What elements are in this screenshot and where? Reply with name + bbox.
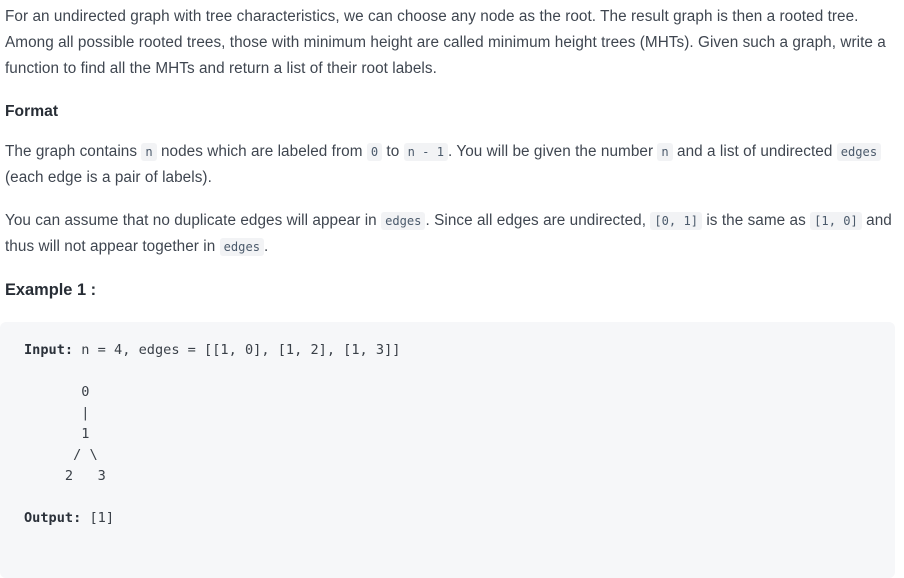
format-paragraph-one: The graph contains n nodes which are lab… (5, 139, 896, 191)
inline-code-edges: edges (836, 143, 882, 161)
text-segment: (each edge is a pair of labels). (5, 169, 212, 186)
tree-line-edge-root: | (24, 405, 90, 421)
text-segment: You can assume that no duplicate edges w… (5, 212, 382, 229)
inline-code-n: n (141, 143, 157, 161)
tree-line-branches: / \ (24, 447, 98, 463)
output-label: Output: (24, 510, 82, 526)
format-paragraph-two: You can assume that no duplicate edges w… (5, 208, 896, 260)
text-segment: . Since all edges are undirected, (425, 212, 651, 229)
inline-code-pair-0-1: [0, 1] (650, 212, 703, 230)
problem-description-paragraph: For an undirected graph with tree charac… (5, 8, 886, 77)
example-code-block: Input: n = 4, edges = [[1, 0], [1, 2], [… (0, 322, 895, 578)
input-label: Input: (24, 342, 74, 358)
problem-statement-page: For an undirected graph with tree charac… (0, 0, 904, 578)
inline-code-n-minus-1: n - 1 (403, 143, 449, 161)
text-segment: to (382, 143, 404, 160)
text-segment: . (264, 238, 269, 255)
tree-line-node-one: 1 (24, 426, 90, 442)
input-value: n = 4, edges = [[1, 0], [1, 2], [1, 3]] (73, 342, 401, 358)
output-value: [1] (81, 510, 115, 526)
format-heading: Format (5, 103, 59, 120)
inline-code-edges-2: edges (381, 212, 426, 230)
inline-code-zero: 0 (366, 143, 383, 161)
example-heading: Example 1 : (5, 281, 97, 299)
inline-code-edges-3: edges (219, 238, 265, 256)
text-segment: is the same as (702, 212, 811, 229)
text-segment: The graph contains (5, 143, 142, 160)
text-segment: nodes which are labeled from (156, 143, 367, 160)
inline-code-n-second: n (657, 143, 673, 161)
tree-line-leaves: 2 3 (24, 468, 106, 484)
tree-line-root: 0 (24, 384, 90, 400)
text-segment: and a list of undirected (672, 143, 837, 160)
inline-code-pair-1-0: [1, 0] (810, 212, 862, 230)
text-segment: . You will be given the number (448, 143, 658, 160)
prose-container: For an undirected graph with tree charac… (0, 0, 904, 302)
